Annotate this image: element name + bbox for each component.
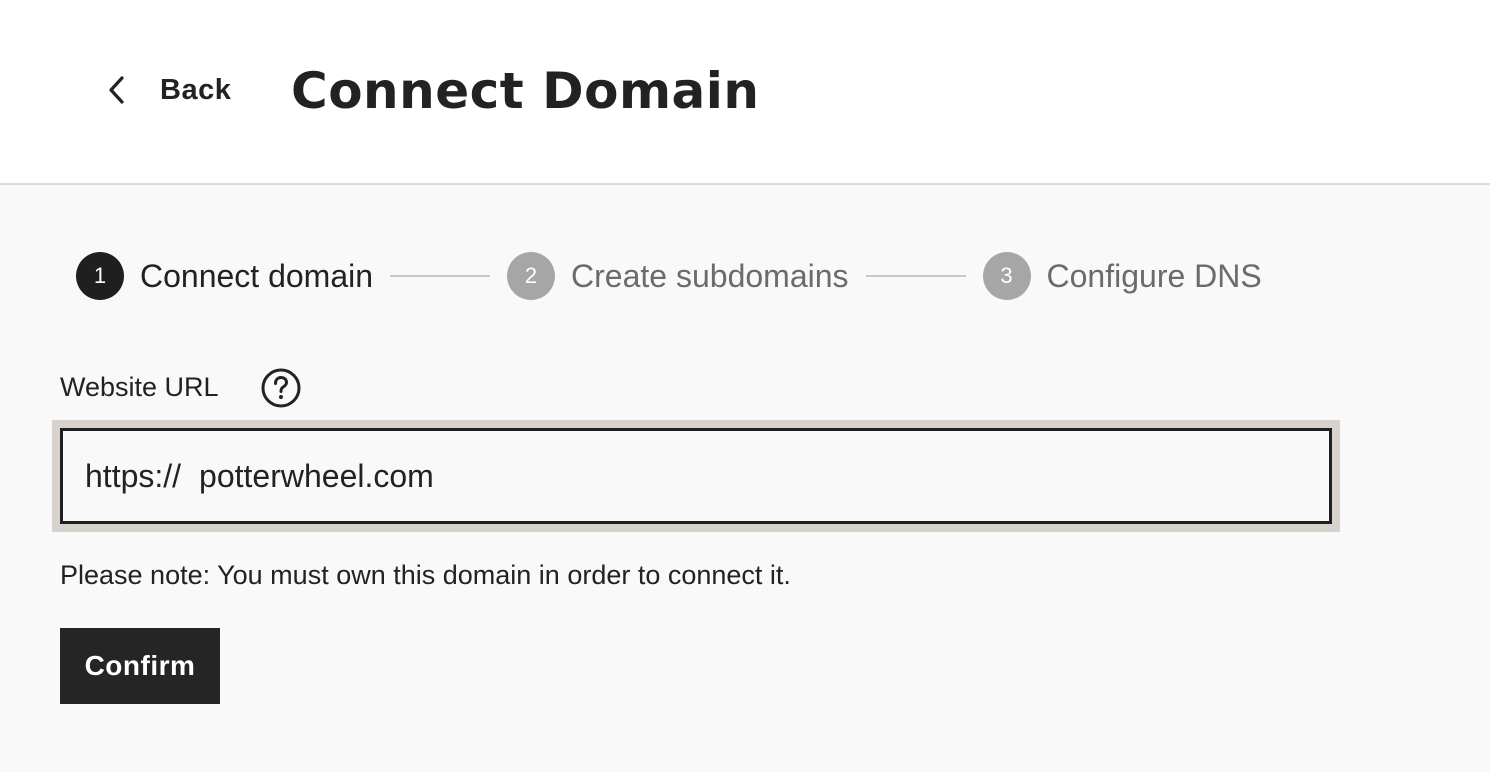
confirm-button[interactable]: Confirm [60,628,220,704]
back-button[interactable]: Back [104,68,231,112]
step-create-subdomains: 2 Create subdomains [507,252,849,300]
step-number: 2 [507,252,556,300]
url-prefix: https:// [85,457,182,494]
step-configure-dns: 3 Configure DNS [982,252,1262,300]
website-url-input-box[interactable]: https:// [60,428,1332,524]
question-circle-icon[interactable] [260,367,302,409]
step-connector [390,275,491,277]
back-label: Back [160,73,232,106]
step-number: 1 [76,252,124,300]
page-header: Back Connect Domain [0,0,1490,185]
step-connect-domain: 1 Connect domain [76,252,373,300]
step-label: Connect domain [140,257,374,294]
step-connector [865,275,966,277]
page-title: Connect Domain [291,62,760,120]
ownership-note: Please note: You must own this domain in… [60,560,791,590]
chevron-left-icon [109,76,124,104]
website-url-field: https:// [52,420,1340,532]
stepper: 1 Connect domain 2 Create subdomains 3 C… [76,252,1262,300]
website-url-label: Website URL [60,372,219,402]
step-label: Create subdomains [571,257,849,294]
website-url-input[interactable] [199,457,1100,495]
step-label: Configure DNS [1046,257,1262,294]
step-number: 3 [982,252,1031,300]
